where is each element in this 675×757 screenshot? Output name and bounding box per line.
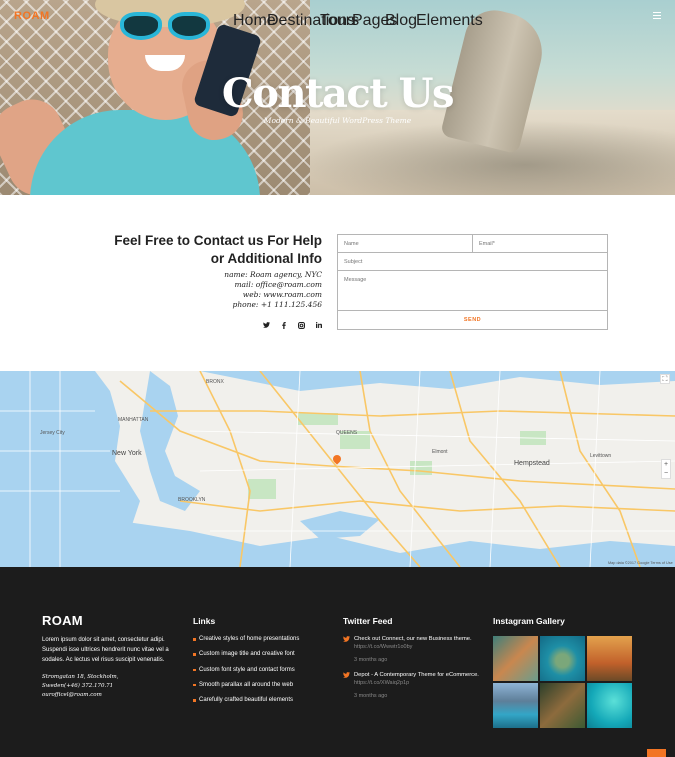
email-field-wrap (472, 234, 608, 253)
zoom-out-button[interactable]: − (662, 469, 670, 478)
subject-field[interactable] (344, 259, 607, 265)
subject-field-wrap (337, 252, 608, 271)
gallery-image-boats[interactable] (587, 683, 632, 728)
name-field-wrap (337, 234, 473, 253)
map-park-3 (248, 479, 276, 499)
tweet-text: Check out Connect, our new Business them… (354, 636, 472, 642)
tweet-text: Depot - A Contemporary Theme for eCommer… (354, 672, 479, 678)
footer-link[interactable]: Creative styles of home presentations (193, 636, 333, 651)
footer-about: Lorem ipsum dolor sit amet, consectetur … (42, 637, 169, 663)
page-subtitle: Modern & Beautiful WordPress Theme (263, 116, 412, 125)
menu-icon[interactable] (653, 12, 661, 19)
footer-link[interactable]: Carefully crafted beautiful elements (193, 697, 333, 712)
zoom-control: + − (661, 459, 671, 479)
twitter-icon (343, 636, 350, 644)
tweet-link[interactable]: https://t.co/Wwwtr1o0by (354, 644, 412, 650)
map-water-jamaica-bay (300, 511, 380, 539)
contact-heading-line1: Feel Free to Contact us For Help (114, 233, 322, 248)
twitter-icon (343, 672, 350, 680)
message-field[interactable] (344, 277, 607, 289)
site-logo[interactable]: ROAM (14, 10, 50, 22)
map-label-levittown: Levittown (590, 453, 612, 459)
map-label-manhattan: MANHATTAN (118, 417, 149, 423)
fullscreen-icon[interactable]: ⛶ (660, 374, 670, 384)
contact-mail: mail: office@roam.com (234, 280, 322, 289)
footer-link[interactable]: Custom font style and contact forms (193, 667, 333, 682)
tweet-item: Depot - A Contemporary Theme for eCommer… (343, 672, 491, 702)
map[interactable]: New York Jersey City BROOKLYN QUEENS MAN… (0, 371, 675, 567)
footer-links: Creative styles of home presentations Cu… (193, 636, 333, 712)
page-title: Contact Us (221, 70, 455, 117)
name-field[interactable] (344, 241, 472, 247)
map-park-4 (410, 461, 432, 475)
map-label-new-york: New York (112, 450, 142, 457)
instagram-gallery (493, 636, 634, 729)
map-label-brooklyn: BROOKLYN (178, 497, 206, 503)
email-field[interactable] (479, 241, 607, 247)
contact-web: web: www.roam.com (242, 290, 322, 299)
linkedin-icon[interactable] (316, 322, 322, 330)
send-button[interactable]: SEND (337, 310, 608, 330)
map-label-elmont: Elmont (432, 449, 448, 455)
facebook-icon[interactable] (282, 322, 286, 331)
twitter-icon[interactable] (263, 322, 270, 330)
footer-address-line3: ourofficel@roam.com (42, 692, 102, 698)
back-to-top-button[interactable] (647, 749, 666, 757)
footer-address: Stromgatan 18, Stockholm, Sweden(+46) 37… (42, 673, 172, 700)
instagram-icon[interactable] (298, 322, 305, 331)
tweet-time: 3 months ago (354, 693, 388, 699)
contact-name: name: Roam agency, NYC (224, 270, 322, 279)
contact-phone: phone: +1 111.125.456 (232, 300, 322, 309)
map-label-jersey-city: Jersey City (40, 430, 65, 436)
tweet-time: 3 months ago (354, 657, 388, 663)
footer-address-line2: Sweden(+46) 372.170.71 (42, 683, 114, 689)
instagram-title: Instagram Gallery (493, 616, 565, 626)
tweet-item: Check out Connect, our new Business them… (343, 636, 491, 666)
contact-form: SEND (337, 234, 608, 331)
footer-link[interactable]: Custom image title and creative font (193, 651, 333, 666)
message-field-wrap (337, 270, 608, 311)
map-water-east-river (140, 371, 200, 511)
nav-item-elements[interactable]: Elements (416, 12, 483, 30)
gallery-image-savanna[interactable] (587, 636, 632, 681)
contact-heading-line2: or Additional Info (210, 251, 322, 266)
footer-address-line1: Stromgatan 18, Stockholm, (42, 674, 119, 680)
map-label-queens: QUEENS (336, 430, 358, 436)
map-water-sound (200, 371, 675, 391)
zoom-in-button[interactable]: + (662, 460, 670, 469)
links-title: Links (193, 616, 216, 626)
gallery-image-lake[interactable] (493, 683, 538, 728)
gallery-image-turtle[interactable] (540, 636, 585, 681)
map-credit[interactable]: Map data ©2017 Google Terms of Use (608, 561, 673, 565)
twitter-feed-title: Twitter Feed (343, 616, 393, 626)
map-canvas (0, 371, 675, 567)
map-label-bronx: BRONX (206, 379, 224, 385)
contact-heading: Feel Free to Contact us For Help or Addi… (90, 232, 322, 268)
nav-item-blog[interactable]: Blog (385, 12, 417, 30)
contact-info: name: Roam agency, NYC mail: office@roam… (150, 270, 322, 310)
sunglasses (120, 12, 215, 42)
footer-link[interactable]: Smooth parallax all around the web (193, 682, 333, 697)
gallery-image-climber[interactable] (540, 683, 585, 728)
social-links (258, 322, 326, 332)
tweet-link[interactable]: https://t.co/XWaiq2p1p (354, 680, 409, 686)
footer-logo[interactable]: ROAM (42, 613, 83, 628)
gallery-image-friends[interactable] (493, 636, 538, 681)
map-label-hempstead: Hempstead (514, 460, 550, 467)
